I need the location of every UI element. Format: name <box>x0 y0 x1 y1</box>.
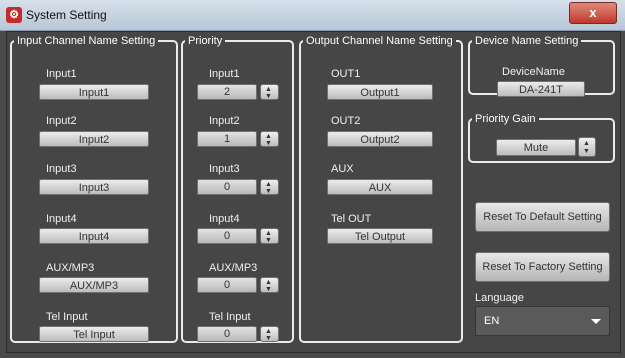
aux-out-label: AUX <box>331 163 354 175</box>
priority-aux-mp3-spinner[interactable]: 0 ▲ ▼ <box>197 277 279 293</box>
device-name-button[interactable]: DA-241T <box>497 81 585 97</box>
priority-group: Priority Input1 2 ▲ ▼ Input2 1 ▲ ▼ Input3 … <box>181 35 294 343</box>
input4-name-button[interactable]: Input4 <box>39 228 149 244</box>
tel-input-name-button[interactable]: Tel Input <box>39 326 149 342</box>
reset-factory-button[interactable]: Reset To Factory Setting <box>475 252 610 282</box>
priority-input1-value[interactable]: 2 <box>197 84 257 100</box>
reset-default-button[interactable]: Reset To Default Setting <box>475 202 610 232</box>
priority-gain-spinner[interactable]: ▲ ▼ <box>578 137 598 157</box>
priority-gain-value[interactable]: Mute <box>496 139 576 156</box>
priority-aux-mp3-value[interactable]: 0 <box>197 277 257 293</box>
aux-mp3-label: AUX/MP3 <box>46 262 95 274</box>
system-setting-window: ⚙ System Setting x Input Channel Name Se… <box>0 0 625 358</box>
input3-name-button[interactable]: Input3 <box>39 179 149 195</box>
priority-input1-spinner[interactable]: 2 ▲ ▼ <box>197 84 279 100</box>
tel-out-name-button[interactable]: Tel Output <box>327 228 433 244</box>
aux-out-name-button[interactable]: AUX <box>327 179 433 195</box>
out2-label: OUT2 <box>331 115 361 127</box>
up-down-arrows-icon[interactable]: ▲ ▼ <box>260 131 279 147</box>
up-down-arrows-icon[interactable]: ▲ ▼ <box>578 137 596 157</box>
tel-input-label: Tel Input <box>46 311 88 323</box>
output-channel-group: Output Channel Name Setting OUT1 Output1… <box>299 35 463 343</box>
priority-input2-value[interactable]: 1 <box>197 131 257 147</box>
out2-name-button[interactable]: Output2 <box>327 131 433 147</box>
up-down-arrows-icon[interactable]: ▲ ▼ <box>260 326 279 342</box>
device-name-legend: Device Name Setting <box>475 35 579 47</box>
out1-label: OUT1 <box>331 68 361 80</box>
priority-input1-label: Input1 <box>209 68 240 80</box>
priority-input4-label: Input4 <box>209 213 240 225</box>
input2-name-button[interactable]: Input2 <box>39 131 149 147</box>
priority-tel-input-value[interactable]: 0 <box>197 326 257 342</box>
input1-label: Input1 <box>46 68 77 80</box>
up-down-arrows-icon[interactable]: ▲ ▼ <box>260 84 279 100</box>
device-name-label: DeviceName <box>502 66 565 78</box>
input2-label: Input2 <box>46 115 77 127</box>
close-button[interactable]: x <box>569 2 617 24</box>
aux-mp3-name-button[interactable]: AUX/MP3 <box>39 277 149 293</box>
priority-tel-input-label: Tel Input <box>209 311 251 323</box>
language-label: Language <box>475 292 524 304</box>
priority-aux-mp3-label: AUX/MP3 <box>209 262 258 274</box>
priority-input3-label: Input3 <box>209 163 240 175</box>
input3-label: Input3 <box>46 163 77 175</box>
priority-input4-spinner[interactable]: 0 ▲ ▼ <box>197 228 279 244</box>
language-value: EN <box>484 315 500 327</box>
priority-gain-group: Priority Gain Mute ▲ ▼ <box>468 113 615 163</box>
input1-name-button[interactable]: Input1 <box>39 84 149 100</box>
window-title: System Setting <box>26 8 107 22</box>
output-channel-legend: Output Channel Name Setting <box>306 35 453 47</box>
language-select[interactable]: EN <box>475 306 610 336</box>
priority-gain-legend: Priority Gain <box>475 113 536 125</box>
up-down-arrows-icon[interactable]: ▲ ▼ <box>260 277 279 293</box>
chevron-down-icon <box>591 319 601 324</box>
title-bar[interactable]: ⚙ System Setting x <box>0 0 625 31</box>
priority-input4-value[interactable]: 0 <box>197 228 257 244</box>
device-name-group: Device Name Setting DeviceName DA-241T <box>468 35 615 97</box>
input4-label: Input4 <box>46 213 77 225</box>
priority-input3-spinner[interactable]: 0 ▲ ▼ <box>197 179 279 195</box>
out1-name-button[interactable]: Output1 <box>327 84 433 100</box>
settings-panel: Input Channel Name Setting Input1 Input1… <box>6 31 621 353</box>
priority-legend: Priority <box>188 35 223 47</box>
priority-tel-input-spinner[interactable]: 0 ▲ ▼ <box>197 326 279 342</box>
input-channel-group: Input Channel Name Setting Input1 Input1… <box>10 35 178 343</box>
app-icon: ⚙ <box>6 7 22 23</box>
up-down-arrows-icon[interactable]: ▲ ▼ <box>260 179 279 195</box>
priority-input2-spinner[interactable]: 1 ▲ ▼ <box>197 131 279 147</box>
priority-input2-label: Input2 <box>209 115 240 127</box>
priority-input3-value[interactable]: 0 <box>197 179 257 195</box>
tel-out-label: Tel OUT <box>331 213 372 225</box>
input-channel-legend: Input Channel Name Setting <box>17 35 156 47</box>
up-down-arrows-icon[interactable]: ▲ ▼ <box>260 228 279 244</box>
